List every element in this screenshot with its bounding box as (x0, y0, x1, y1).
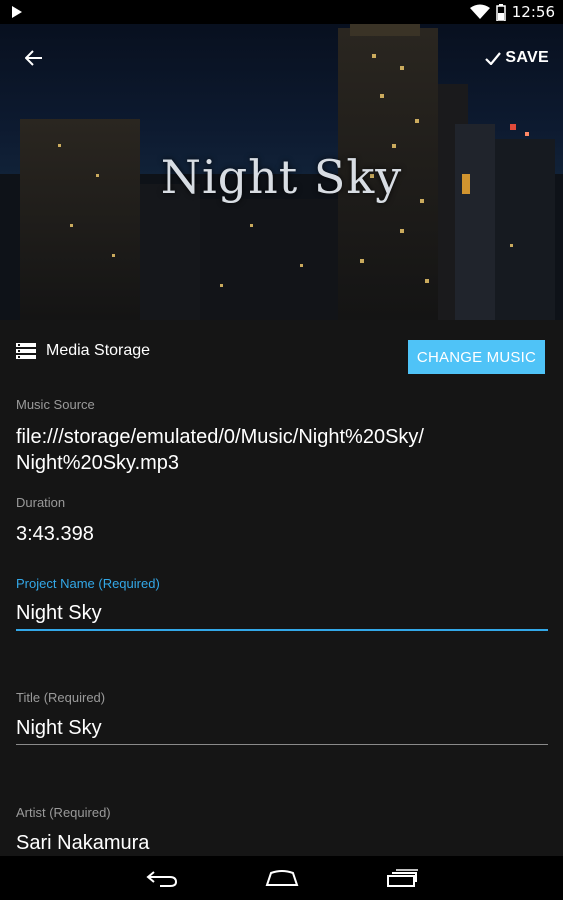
arrow-back-icon (25, 50, 42, 66)
status-bar: 12:56 (0, 0, 563, 24)
save-label: SAVE (505, 49, 549, 66)
duration-value: 3:43.398 (16, 523, 94, 545)
music-source-value-line2: Night%20Sky.mp3 (16, 452, 180, 474)
project-name-underline (16, 629, 548, 631)
media-storage-label: Media Storage (46, 342, 151, 359)
nav-back-icon (146, 871, 178, 887)
change-music-button[interactable]: CHANGE MUSIC (407, 340, 545, 374)
title-label: Title (Required) (16, 690, 106, 705)
navigation-bar (0, 856, 563, 900)
duration-label: Duration (16, 495, 66, 510)
save-button[interactable]: SAVE (485, 42, 549, 74)
status-icons: 12:56 (469, 0, 555, 24)
title-underline (16, 744, 548, 745)
nav-home-button[interactable] (257, 862, 307, 894)
artist-input[interactable]: Sari Nakamura (16, 830, 149, 856)
nav-recents-button[interactable] (377, 862, 427, 894)
wifi-icon (469, 4, 490, 19)
storage-list-icon (16, 343, 36, 359)
nav-home-icon (265, 870, 299, 886)
cover-title: Night Sky (160, 150, 403, 204)
battery-icon (496, 3, 506, 21)
status-time: 12:56 (511, 3, 555, 21)
project-name-input[interactable]: Night Sky (16, 600, 102, 626)
artist-label: Artist (Required) (16, 805, 111, 820)
details-panel: Media Storage CHANGE MUSIC Music Source … (0, 320, 563, 856)
checkmark-icon (485, 51, 502, 65)
music-source-label: Music Source (16, 397, 95, 412)
nav-recents-icon (387, 869, 418, 887)
project-name-label: Project Name (Required) (16, 576, 160, 591)
back-button[interactable] (18, 42, 50, 74)
cover-image: Night Sky SAVE (0, 24, 563, 320)
media-storage-row: Media Storage (16, 342, 150, 360)
play-icon (12, 6, 22, 18)
music-source-value-line1: file:///storage/emulated/0/Music/Night%2… (16, 426, 424, 448)
title-input[interactable]: Night Sky (16, 715, 102, 741)
nav-back-button[interactable] (137, 862, 187, 894)
